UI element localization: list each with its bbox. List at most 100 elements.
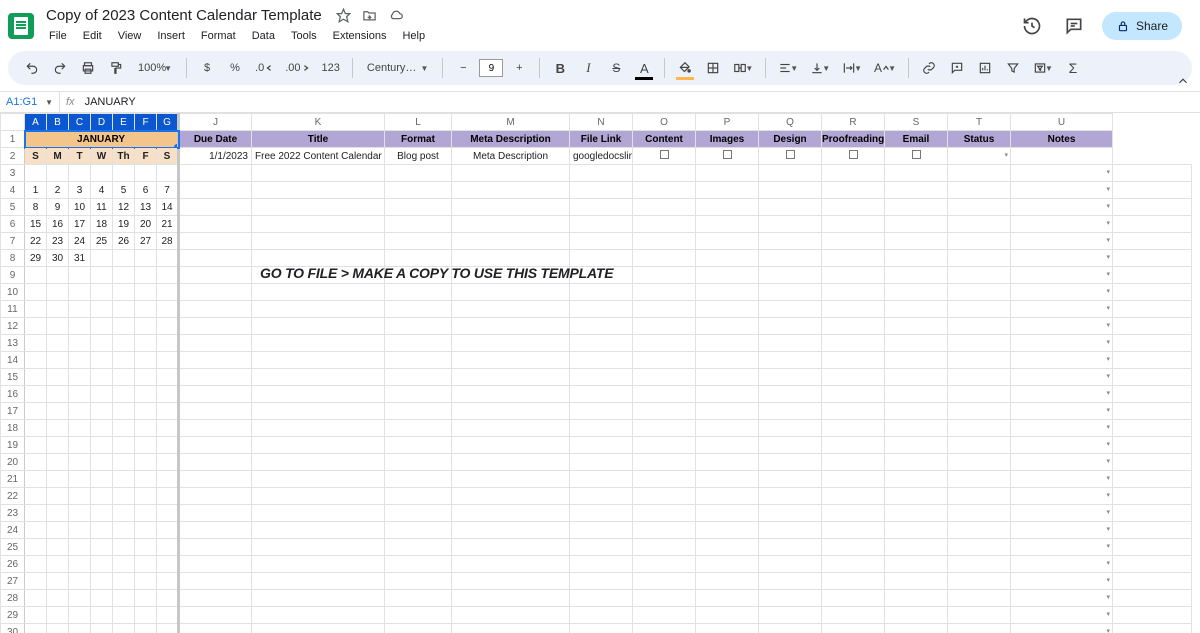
col-header-G[interactable]: G <box>157 114 179 131</box>
cell[interactable] <box>385 301 452 318</box>
cell-header-K[interactable]: Title <box>252 131 385 148</box>
cell[interactable] <box>179 403 252 420</box>
cell[interactable]: 3 <box>69 182 91 199</box>
cell[interactable] <box>822 607 885 624</box>
cell[interactable] <box>25 335 47 352</box>
cell[interactable] <box>885 267 948 284</box>
cell-header-U[interactable]: Notes <box>1011 131 1113 148</box>
cell[interactable] <box>885 505 948 522</box>
cell[interactable]: 1 <box>25 182 47 199</box>
row-header-18[interactable]: 18 <box>1 420 25 437</box>
cell-status-dd[interactable]: ▾ <box>1011 335 1113 352</box>
cell[interactable] <box>25 437 47 454</box>
cell[interactable] <box>885 437 948 454</box>
cell-header-P[interactable]: Images <box>696 131 759 148</box>
cell[interactable] <box>25 624 47 633</box>
cell[interactable] <box>570 573 633 590</box>
cell[interactable] <box>252 573 385 590</box>
col-header-K[interactable]: K <box>252 114 385 131</box>
cell[interactable] <box>633 403 696 420</box>
cell[interactable] <box>91 335 113 352</box>
cell[interactable] <box>91 539 113 556</box>
cell[interactable] <box>157 488 179 505</box>
cell-status-dd[interactable]: ▾ <box>1011 233 1113 250</box>
cell-status-dd[interactable]: ▾ <box>1011 539 1113 556</box>
col-header-U[interactable]: U <box>1011 114 1113 131</box>
cell[interactable] <box>885 250 948 267</box>
cell[interactable] <box>570 165 633 182</box>
cell[interactable] <box>157 420 179 437</box>
cell[interactable] <box>157 556 179 573</box>
cell[interactable] <box>135 590 157 607</box>
cell[interactable] <box>948 267 1011 284</box>
cell[interactable] <box>570 182 633 199</box>
cell[interactable] <box>885 352 948 369</box>
row-header-29[interactable]: 29 <box>1 607 25 624</box>
name-box[interactable]: A1:G1▼ <box>0 92 60 112</box>
cell[interactable] <box>135 420 157 437</box>
cell[interactable] <box>759 624 822 633</box>
cell[interactable] <box>113 607 135 624</box>
cell[interactable] <box>385 233 452 250</box>
filter-views-icon[interactable]: ▼ <box>1029 56 1057 80</box>
row-header-27[interactable]: 27 <box>1 573 25 590</box>
cell[interactable] <box>385 386 452 403</box>
cell[interactable] <box>885 420 948 437</box>
cell[interactable] <box>759 233 822 250</box>
cell[interactable] <box>385 556 452 573</box>
cell[interactable] <box>157 267 179 284</box>
cell[interactable] <box>252 250 385 267</box>
cell[interactable] <box>1113 590 1192 607</box>
cell[interactable]: 15 <box>25 216 47 233</box>
cell[interactable] <box>452 335 570 352</box>
cell[interactable] <box>452 165 570 182</box>
cell[interactable] <box>1113 216 1192 233</box>
cell[interactable] <box>452 369 570 386</box>
cell[interactable] <box>252 522 385 539</box>
document-title[interactable]: Copy of 2023 Content Calendar Template <box>42 6 326 25</box>
cell[interactable] <box>135 403 157 420</box>
cell[interactable] <box>570 471 633 488</box>
cell[interactable] <box>113 369 135 386</box>
cell[interactable] <box>633 216 696 233</box>
cell[interactable] <box>696 403 759 420</box>
cell[interactable] <box>385 199 452 216</box>
cell[interactable]: 8 <box>25 199 47 216</box>
sheets-logo[interactable] <box>8 13 34 39</box>
cell[interactable] <box>157 403 179 420</box>
cell[interactable] <box>759 573 822 590</box>
cell[interactable] <box>948 454 1011 471</box>
cell[interactable] <box>385 607 452 624</box>
cell[interactable] <box>25 352 47 369</box>
cell[interactable] <box>47 624 69 633</box>
font-size-increase[interactable]: + <box>507 56 531 80</box>
cell[interactable] <box>633 607 696 624</box>
cell[interactable] <box>452 488 570 505</box>
cell[interactable] <box>157 573 179 590</box>
menu-extensions[interactable]: Extensions <box>326 27 394 45</box>
borders-button[interactable] <box>701 56 725 80</box>
font-select[interactable]: Century… ▼ <box>361 56 434 80</box>
cell[interactable] <box>696 301 759 318</box>
cell[interactable] <box>252 352 385 369</box>
cell[interactable] <box>696 250 759 267</box>
cell[interactable] <box>633 386 696 403</box>
cell[interactable] <box>1113 199 1192 216</box>
cell[interactable] <box>91 607 113 624</box>
collapse-toolbar-icon[interactable] <box>1176 74 1190 88</box>
cell[interactable] <box>113 471 135 488</box>
cell[interactable] <box>822 369 885 386</box>
undo-icon[interactable] <box>20 56 44 80</box>
cell-format[interactable]: Blog post <box>385 148 452 165</box>
zoom-select[interactable]: 100% ▼ <box>132 56 178 80</box>
cell[interactable] <box>452 216 570 233</box>
cell[interactable] <box>759 267 822 284</box>
cell[interactable] <box>179 182 252 199</box>
cell[interactable] <box>385 369 452 386</box>
menu-edit[interactable]: Edit <box>76 27 109 45</box>
cell[interactable] <box>91 556 113 573</box>
cell[interactable] <box>822 352 885 369</box>
col-header-J[interactable]: J <box>179 114 252 131</box>
spreadsheet-grid[interactable]: ABCDEFGJKLMNOPQRSTU1JANUARYDue DateTitle… <box>0 113 1192 633</box>
cell[interactable] <box>135 522 157 539</box>
